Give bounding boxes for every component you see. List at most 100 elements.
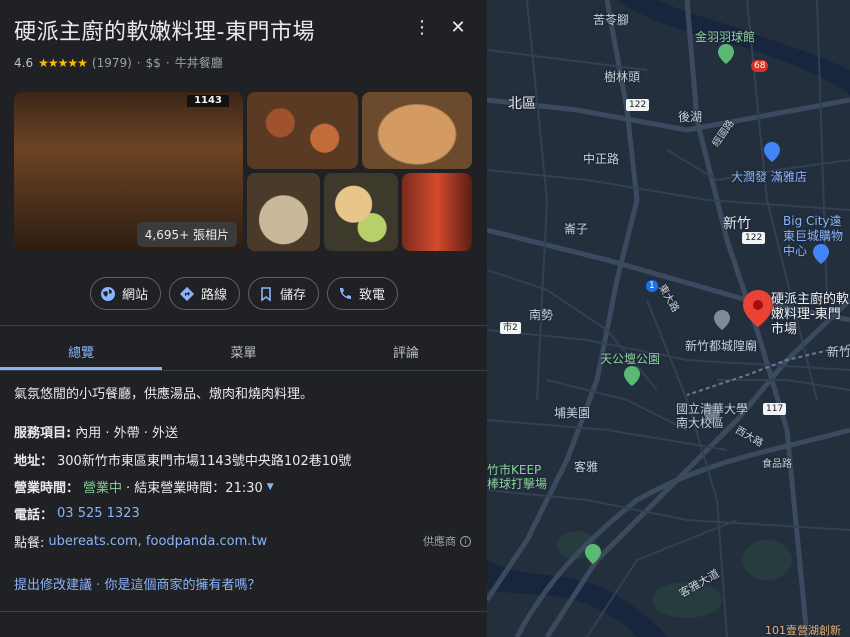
map-label: 苦苓腳 — [593, 13, 630, 27]
more-vert-icon[interactable]: ⋮ — [411, 16, 433, 38]
directions-icon — [179, 286, 195, 302]
title-actions: ⋮ ✕ — [411, 16, 469, 38]
tab-reviews[interactable]: 評論 — [325, 326, 487, 370]
river-south — [487, 560, 667, 637]
address-label: 地址： — [14, 454, 54, 469]
phone-number[interactable]: 03 525 1323 — [57, 506, 140, 521]
river-north — [617, 0, 850, 95]
map-label: 客雅 — [574, 460, 599, 474]
map-label: 中正路 — [583, 152, 620, 166]
park-poi-icon[interactable] — [624, 366, 640, 386]
map-label: 後湖 — [678, 110, 703, 124]
rating-row: 4.6 ★★★★★ (1979) · $$ · 牛丼餐廳 — [14, 54, 223, 71]
sports-poi-icon[interactable] — [718, 44, 734, 64]
info-icon[interactable]: i — [460, 535, 471, 547]
open-status: 營業中 — [83, 481, 123, 496]
map-label: 新竹 — [723, 216, 751, 232]
map-label: 崙子 — [564, 222, 589, 236]
map-label[interactable]: 天公壇公園 — [600, 350, 660, 367]
save-label: 儲存 — [280, 288, 307, 303]
service-options: 服務項目: 內用 · 外帶 · 外送 — [14, 422, 178, 441]
park-area — [742, 540, 792, 580]
address-row[interactable]: 地址： 300新竹市東區東門市場1143號中央路102巷10號 — [14, 450, 351, 469]
tab-bar: 總覽 菜單 評論 — [0, 326, 487, 370]
road-shield: 122 — [742, 232, 766, 244]
call-label: 致電 — [359, 288, 386, 303]
shopping-poi-icon[interactable] — [764, 142, 780, 162]
bookmark-icon — [258, 286, 274, 302]
main-road — [487, 97, 850, 133]
road-shield: 市2 — [500, 322, 521, 334]
suggest-edit-link[interactable]: 提出修改建議 — [14, 578, 92, 593]
tab-overview[interactable]: 總覽 — [0, 326, 163, 370]
owner-claim-link[interactable]: 你是這個商家的擁有者嗎？ — [104, 578, 260, 593]
phone-icon — [337, 286, 353, 302]
map-label[interactable]: Big City遠東巨城購物中心 — [783, 214, 850, 259]
order-label: 點餐: — [14, 536, 45, 551]
separator: · — [136, 55, 141, 70]
road-shield: 117 — [763, 403, 787, 415]
service-label: 服務項目: — [14, 426, 72, 441]
suggest-row: 提出修改建議 · 你是這個商家的擁有者嗎？ — [14, 574, 260, 593]
rating-score: 4.6 — [14, 55, 34, 70]
separator: · — [165, 55, 170, 70]
title-row: 硬派主廚的軟嫩料理-東門市場 ⋮ ✕ — [14, 14, 473, 48]
pin-dot — [753, 300, 763, 310]
globe-icon — [100, 286, 116, 302]
closing-time: · 結束營業時間：21:30 — [126, 481, 263, 496]
star-rating-icon: ★★★★★ — [38, 55, 88, 70]
main-photo[interactable]: 1143 4,695+ 張相片 — [14, 92, 243, 251]
photo-thumbnail[interactable] — [402, 173, 472, 251]
map-label: 食品路 — [762, 459, 792, 470]
photo-thumbnail[interactable] — [324, 173, 398, 251]
website-button[interactable]: 網站 — [90, 277, 162, 310]
call-button[interactable]: 致電 — [327, 277, 399, 310]
map-label: 新竹 — [827, 345, 850, 359]
photo-count[interactable]: 4,695+ 張相片 — [136, 222, 237, 247]
directions-label: 路線 — [201, 288, 228, 303]
directions-button[interactable]: 路線 — [169, 277, 241, 310]
service-value: 內用 · 外帶 · 外送 — [75, 426, 178, 441]
map-label[interactable]: 大潤發 滿雅店 — [731, 168, 807, 185]
photo-gallery: 1143 4,695+ 張相片 — [14, 92, 472, 251]
place-description: 氣氛悠閒的小巧餐廳，供應湯品、燉肉和燒肉料理。 — [14, 387, 314, 402]
price-level: $$ — [145, 55, 161, 70]
pin-label[interactable]: 硬派主廚的軟嫩料理-東門市場 — [771, 292, 849, 337]
chevron-down-icon[interactable]: ▼ — [267, 482, 274, 492]
hours-row[interactable]: 營業時間： 營業中 · 結束營業時間：21:30 ▼ — [14, 477, 274, 496]
road-shield: 68 — [751, 60, 769, 72]
divider — [0, 611, 487, 612]
action-bar: 網站 路線 儲存 致電 — [90, 277, 399, 310]
order-links[interactable]: ubereats.com, foodpanda.com.tw — [48, 534, 267, 549]
provider-label: 供應商 — [423, 535, 456, 548]
phone-row: 電話： 03 525 1323 — [14, 504, 140, 523]
phone-label: 電話： — [14, 508, 54, 523]
photo-thumbnail[interactable] — [362, 92, 472, 169]
provider-note[interactable]: 供應商 i — [423, 533, 471, 549]
temple-poi-icon[interactable] — [714, 310, 730, 330]
divider — [0, 370, 487, 371]
tab-menu[interactable]: 菜單 — [162, 326, 324, 370]
place-title: 硬派主廚的軟嫩料理-東門市場 — [14, 20, 315, 45]
road-shield: 122 — [626, 99, 650, 111]
map-view[interactable]: 苦苓腳 金羽羽球館 樹林頭 北區 後湖 中正路 大潤發 滿雅店 新竹 Big C… — [487, 0, 850, 637]
photo-thumbnail[interactable] — [247, 173, 320, 251]
photo-thumbnail[interactable] — [247, 92, 358, 169]
category[interactable]: 牛丼餐廳 — [175, 54, 223, 71]
map-label[interactable]: 新竹都城隍廟 — [685, 337, 757, 354]
map-label[interactable]: 竹市KEEP 棒球打擊場 — [487, 463, 557, 491]
place-panel: 硬派主廚的軟嫩料理-東門市場 ⋮ ✕ 4.6 ★★★★★ (1979) · $$… — [0, 0, 487, 637]
map-label[interactable]: 金羽羽球館 — [695, 28, 755, 45]
map-label: 埔美園 — [554, 406, 591, 420]
website-label: 網站 — [122, 288, 149, 303]
close-icon[interactable]: ✕ — [447, 16, 469, 38]
road-shield: 1 — [646, 280, 658, 292]
map-label[interactable]: 101壹營湖創新 — [765, 622, 841, 637]
order-row: 點餐: ubereats.com, foodpanda.com.tw — [14, 532, 267, 551]
save-button[interactable]: 儲存 — [248, 277, 320, 310]
map-label: 北區 — [508, 96, 536, 112]
review-count[interactable]: (1979) — [92, 56, 132, 70]
map-label: 南勢 — [529, 308, 554, 322]
address-value[interactable]: 300新竹市東區東門市場1143號中央路102巷10號 — [57, 450, 351, 469]
map-label: 樹林頭 — [604, 70, 641, 84]
